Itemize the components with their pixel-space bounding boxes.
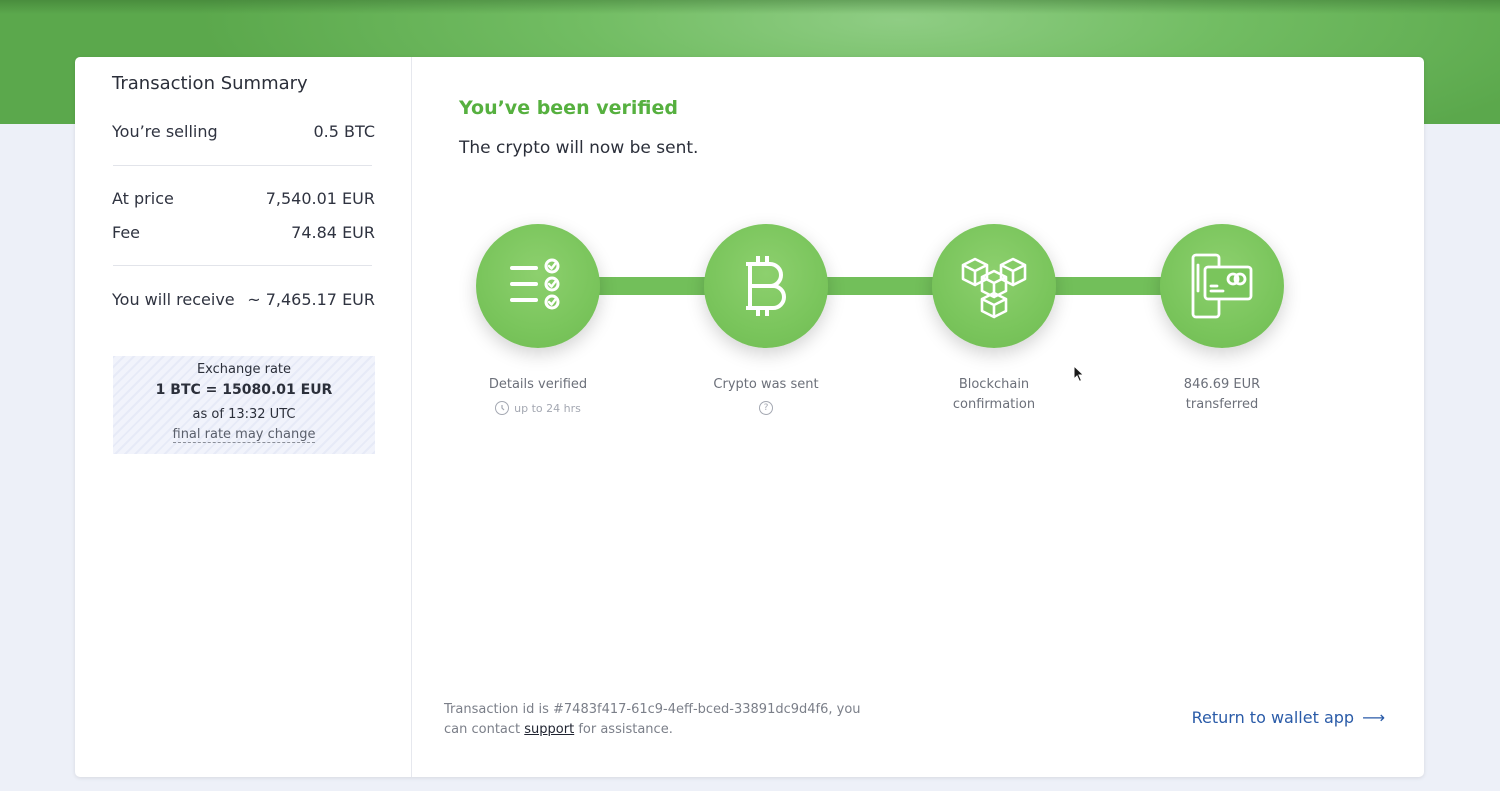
checklist-icon [506,254,570,318]
step-label-line: 846.69 EUR [1183,377,1261,392]
exchange-rate-box: Exchange rate 1 BTC = 15080.01 EUR as of… [113,356,375,454]
step-transferred [1160,224,1284,348]
help-icon[interactable]: ? [759,401,773,415]
step-details-verified [476,224,600,348]
step-label: Details verified [488,377,588,392]
price-value: 7,540.01 EUR [265,189,375,208]
price-label: At price [112,189,174,208]
step-sub: up to 24 hrs [448,401,628,415]
receive-value: ~ 7,465.17 EUR [247,290,375,309]
arrow-right-icon: ⟶ [1362,708,1385,727]
step-label-line: Blockchain [958,377,1030,392]
selling-label: You’re selling [112,122,218,141]
step-crypto-sent [704,224,828,348]
step-label: Blockchain confirmation [904,375,1084,415]
fee-row: Fee 74.84 EUR [112,223,375,242]
step-sub: ? [676,401,856,415]
receive-row: You will receive ~ 7,465.17 EUR [112,290,375,309]
final-rate-note[interactable]: final rate may change [172,428,316,443]
status-panel: You’ve been verified The crypto will now… [412,57,1424,777]
divider [113,265,372,266]
fee-value: 74.84 EUR [291,223,375,242]
price-row: At price 7,540.01 EUR [112,189,375,208]
mouse-cursor-icon [1073,364,1085,387]
exchange-rate-time: as of 13:32 UTC [192,407,296,422]
exchange-rate-label: Exchange rate [196,362,292,377]
return-link-label: Return to wallet app [1191,708,1355,727]
selling-value: 0.5 BTC [313,122,375,141]
transaction-card: Transaction Summary You’re selling 0.5 B… [75,57,1424,777]
exchange-rate-note-wrap: final rate may change [113,427,375,443]
receive-label: You will receive [112,290,235,309]
fee-label: Fee [112,223,141,242]
progress-connector [542,277,1232,295]
bitcoin-icon [736,250,796,322]
step-label: 846.69 EUR transferred [1132,375,1312,415]
exchange-rate-value: 1 BTC = 15080.01 EUR [155,382,333,398]
divider [113,165,372,166]
clock-icon [495,401,510,415]
footer-text-after: for assistance. [574,722,673,737]
step-label: Crypto was sent [713,377,819,392]
support-link[interactable]: support [524,722,574,737]
step-sub-text: up to 24 hrs [514,401,581,415]
card-terminal-icon [1187,251,1257,321]
summary-title: Transaction Summary [112,73,308,94]
status-title: You’ve been verified [459,97,678,119]
selling-row: You’re selling 0.5 BTC [112,122,375,141]
step-label-line: confirmation [952,397,1036,412]
transaction-id-text: Transaction id is #7483f417-61c9-4eff-bc… [444,700,874,740]
return-to-wallet-link[interactable]: Return to wallet app ⟶ [1192,708,1385,727]
status-subtitle: The crypto will now be sent. [459,138,699,158]
step-blockchain-confirmation [932,224,1056,348]
step-label-line: transferred [1185,397,1259,412]
transaction-summary-panel: Transaction Summary You’re selling 0.5 B… [75,57,412,777]
blocks-icon [959,253,1029,319]
